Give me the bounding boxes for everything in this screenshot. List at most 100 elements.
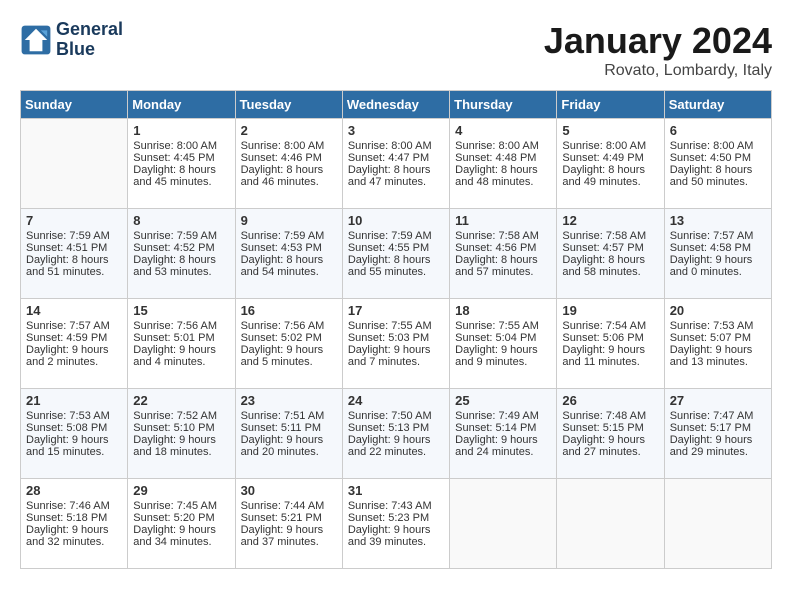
- day-number: 1: [133, 123, 229, 138]
- calendar-cell: 7Sunrise: 7:59 AMSunset: 4:51 PMDaylight…: [21, 209, 128, 299]
- day-info: Sunset: 4:45 PM: [133, 152, 229, 164]
- day-info: Sunrise: 7:52 AM: [133, 410, 229, 422]
- day-info: Sunrise: 7:50 AM: [348, 410, 444, 422]
- day-info: and 51 minutes.: [26, 266, 122, 278]
- day-info: Sunrise: 7:59 AM: [133, 230, 229, 242]
- day-info: and 39 minutes.: [348, 536, 444, 548]
- day-number: 4: [455, 123, 551, 138]
- day-info: Daylight: 9 hours: [133, 434, 229, 446]
- day-info: and 24 minutes.: [455, 446, 551, 458]
- day-info: and 29 minutes.: [670, 446, 766, 458]
- calendar-cell: 23Sunrise: 7:51 AMSunset: 5:11 PMDayligh…: [235, 389, 342, 479]
- day-info: Sunrise: 7:59 AM: [348, 230, 444, 242]
- day-info: Sunset: 4:53 PM: [241, 242, 337, 254]
- day-info: Daylight: 9 hours: [133, 524, 229, 536]
- day-info: Daylight: 9 hours: [348, 434, 444, 446]
- day-number: 21: [26, 393, 122, 408]
- calendar-cell: 21Sunrise: 7:53 AMSunset: 5:08 PMDayligh…: [21, 389, 128, 479]
- day-info: Daylight: 9 hours: [26, 434, 122, 446]
- calendar-cell: [21, 119, 128, 209]
- day-info: Sunset: 4:50 PM: [670, 152, 766, 164]
- day-info: Sunrise: 7:59 AM: [241, 230, 337, 242]
- calendar-cell: 5Sunrise: 8:00 AMSunset: 4:49 PMDaylight…: [557, 119, 664, 209]
- day-number: 12: [562, 213, 658, 228]
- day-info: Daylight: 9 hours: [670, 434, 766, 446]
- day-info: Daylight: 9 hours: [455, 344, 551, 356]
- day-number: 9: [241, 213, 337, 228]
- day-info: Sunset: 4:58 PM: [670, 242, 766, 254]
- day-info: Daylight: 9 hours: [670, 344, 766, 356]
- day-number: 5: [562, 123, 658, 138]
- weekday-header: Sunday: [21, 91, 128, 119]
- day-info: and 47 minutes.: [348, 176, 444, 188]
- day-info: and 49 minutes.: [562, 176, 658, 188]
- day-info: Sunset: 5:03 PM: [348, 332, 444, 344]
- day-info: Sunrise: 7:56 AM: [241, 320, 337, 332]
- day-info: Sunset: 5:14 PM: [455, 422, 551, 434]
- calendar-cell: 12Sunrise: 7:58 AMSunset: 4:57 PMDayligh…: [557, 209, 664, 299]
- day-info: and 27 minutes.: [562, 446, 658, 458]
- day-info: Sunrise: 7:51 AM: [241, 410, 337, 422]
- calendar-cell: 13Sunrise: 7:57 AMSunset: 4:58 PMDayligh…: [664, 209, 771, 299]
- day-info: Daylight: 8 hours: [348, 164, 444, 176]
- day-number: 23: [241, 393, 337, 408]
- day-info: Sunset: 5:18 PM: [26, 512, 122, 524]
- calendar-cell: [557, 479, 664, 569]
- calendar-cell: 17Sunrise: 7:55 AMSunset: 5:03 PMDayligh…: [342, 299, 449, 389]
- day-info: and 34 minutes.: [133, 536, 229, 548]
- day-number: 16: [241, 303, 337, 318]
- day-info: Sunrise: 7:57 AM: [26, 320, 122, 332]
- day-info: Sunset: 5:17 PM: [670, 422, 766, 434]
- day-info: Daylight: 8 hours: [455, 254, 551, 266]
- day-info: and 48 minutes.: [455, 176, 551, 188]
- day-info: Sunrise: 7:48 AM: [562, 410, 658, 422]
- day-info: and 22 minutes.: [348, 446, 444, 458]
- weekday-header: Tuesday: [235, 91, 342, 119]
- day-info: and 13 minutes.: [670, 356, 766, 368]
- day-info: Sunset: 5:11 PM: [241, 422, 337, 434]
- calendar-cell: 28Sunrise: 7:46 AMSunset: 5:18 PMDayligh…: [21, 479, 128, 569]
- calendar-week-row: 7Sunrise: 7:59 AMSunset: 4:51 PMDaylight…: [21, 209, 772, 299]
- logo-line1: General: [56, 20, 123, 40]
- day-number: 8: [133, 213, 229, 228]
- calendar-cell: 11Sunrise: 7:58 AMSunset: 4:56 PMDayligh…: [450, 209, 557, 299]
- day-info: Sunrise: 7:49 AM: [455, 410, 551, 422]
- weekday-header: Wednesday: [342, 91, 449, 119]
- day-info: Sunrise: 7:47 AM: [670, 410, 766, 422]
- day-number: 22: [133, 393, 229, 408]
- day-info: Sunrise: 8:00 AM: [133, 140, 229, 152]
- day-info: Sunrise: 7:56 AM: [133, 320, 229, 332]
- day-info: Sunrise: 7:55 AM: [348, 320, 444, 332]
- day-number: 30: [241, 483, 337, 498]
- day-info: and 15 minutes.: [26, 446, 122, 458]
- calendar-cell: 22Sunrise: 7:52 AMSunset: 5:10 PMDayligh…: [128, 389, 235, 479]
- day-info: Daylight: 8 hours: [562, 164, 658, 176]
- day-info: Daylight: 9 hours: [348, 524, 444, 536]
- day-info: Sunrise: 8:00 AM: [455, 140, 551, 152]
- day-info: Sunset: 5:13 PM: [348, 422, 444, 434]
- day-number: 15: [133, 303, 229, 318]
- day-info: Daylight: 8 hours: [562, 254, 658, 266]
- calendar-cell: 14Sunrise: 7:57 AMSunset: 4:59 PMDayligh…: [21, 299, 128, 389]
- day-info: Daylight: 9 hours: [241, 524, 337, 536]
- day-info: Daylight: 8 hours: [348, 254, 444, 266]
- day-info: Sunrise: 8:00 AM: [241, 140, 337, 152]
- day-number: 26: [562, 393, 658, 408]
- day-info: Sunrise: 7:43 AM: [348, 500, 444, 512]
- logo-text: General Blue: [56, 20, 123, 60]
- day-info: and 32 minutes.: [26, 536, 122, 548]
- day-info: and 4 minutes.: [133, 356, 229, 368]
- day-info: Sunset: 4:55 PM: [348, 242, 444, 254]
- day-number: 29: [133, 483, 229, 498]
- day-info: and 2 minutes.: [26, 356, 122, 368]
- day-info: Daylight: 9 hours: [133, 344, 229, 356]
- day-info: Sunrise: 7:44 AM: [241, 500, 337, 512]
- day-info: Sunset: 4:59 PM: [26, 332, 122, 344]
- calendar-cell: 15Sunrise: 7:56 AMSunset: 5:01 PMDayligh…: [128, 299, 235, 389]
- day-info: Sunrise: 8:00 AM: [348, 140, 444, 152]
- day-number: 31: [348, 483, 444, 498]
- calendar-cell: 29Sunrise: 7:45 AMSunset: 5:20 PMDayligh…: [128, 479, 235, 569]
- day-info: Daylight: 8 hours: [241, 254, 337, 266]
- day-info: Sunset: 5:02 PM: [241, 332, 337, 344]
- day-info: and 55 minutes.: [348, 266, 444, 278]
